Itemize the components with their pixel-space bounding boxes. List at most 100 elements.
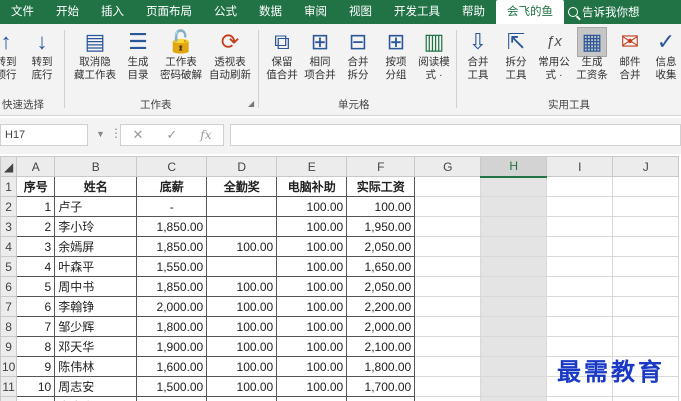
split-tool-button[interactable]: ⇱ 拆分 工具 [496,28,536,82]
info-collect-button[interactable]: ✓ 信息 收集 [646,28,681,82]
tab-help[interactable]: 帮助 [451,0,496,24]
cell[interactable] [414,396,482,401]
reading-mode-button[interactable]: ▥ 阅读模 式 · [414,28,454,82]
cell[interactable]: 1,400.00 [346,396,416,401]
row-header[interactable]: 10 [0,356,18,377]
cell[interactable]: 2,200.00 [346,296,416,317]
cell[interactable] [414,296,482,317]
sheet-password-crack-button[interactable]: 🔓 工作表 密码破解 [158,28,204,82]
cell[interactable]: 10 [16,376,56,397]
cell[interactable]: 11 [16,396,56,401]
cell[interactable]: 1,900.00 [136,336,208,357]
column-header-j[interactable]: J [612,156,680,177]
cell[interactable] [206,216,278,237]
chevron-down-icon[interactable]: ▼ [96,129,105,139]
column-header-e[interactable]: E [276,156,348,177]
fx-icon[interactable]: fx [200,128,211,142]
cell[interactable] [480,236,548,257]
column-header-b[interactable]: B [54,156,138,177]
column-header-f[interactable]: F [346,156,416,177]
cell[interactable]: 邹少辉 [54,316,138,337]
column-header-g[interactable]: G [414,156,482,177]
tab-data[interactable]: 数据 [248,0,293,24]
cell[interactable]: 100.00 [206,376,278,397]
cell[interactable] [546,196,614,217]
cell[interactable] [546,296,614,317]
cell[interactable] [414,376,482,397]
cell[interactable] [480,316,548,337]
header-cell[interactable]: 实际工资 [346,176,416,197]
column-header-i[interactable]: I [546,156,614,177]
cell[interactable] [480,276,548,297]
cell[interactable]: 李小玲 [54,216,138,237]
header-cell[interactable]: 底薪 [136,176,208,197]
row-header[interactable]: 8 [0,316,18,337]
tab-page-layout[interactable]: 页面布局 [135,0,203,24]
cell[interactable] [612,316,680,337]
cell[interactable]: 100.00 [276,276,348,297]
row-header[interactable]: 7 [0,296,18,317]
row-header[interactable]: 9 [0,336,18,357]
cell[interactable]: 100.00 [206,336,278,357]
cell[interactable]: 100.00 [206,396,278,401]
cell[interactable] [612,256,680,277]
cell[interactable] [480,336,548,357]
tab-developer[interactable]: 开发工具 [383,0,451,24]
row-header[interactable]: 12 [0,396,18,401]
cell[interactable] [206,196,278,217]
cell[interactable]: 周志安 [54,376,138,397]
cell[interactable]: 1,200.00 [136,396,208,401]
cell[interactable] [414,216,482,237]
cell[interactable] [612,196,680,217]
cell[interactable]: 1,600.00 [136,356,208,377]
cell[interactable] [612,176,680,197]
tab-view[interactable]: 视图 [338,0,383,24]
tab-flying-fish[interactable]: 会飞的鱼 [496,0,564,24]
header-cell[interactable]: 全勤奖 [206,176,278,197]
cell[interactable]: 100.00 [276,336,348,357]
row-header[interactable]: 11 [0,376,18,397]
cell[interactable] [414,336,482,357]
cell[interactable]: 100.00 [276,216,348,237]
cell[interactable]: 1,500.00 [136,376,208,397]
cell[interactable]: 李翰铮 [54,296,138,317]
tab-insert[interactable]: 插入 [90,0,135,24]
header-cell[interactable]: 序号 [16,176,56,197]
cell[interactable] [546,216,614,237]
row-header[interactable]: 4 [0,236,18,257]
cancel-icon[interactable]: ✕ [132,127,143,143]
cell[interactable]: 1,700.00 [346,376,416,397]
cell[interactable]: 1,850.00 [136,216,208,237]
merge-split-button[interactable]: ⊟ 合并 拆分 [338,28,378,82]
cell[interactable]: 陈伟林 [54,356,138,377]
cell[interactable]: 肖志山 [54,396,138,401]
cell[interactable] [546,316,614,337]
cell[interactable]: 1,800.00 [136,316,208,337]
cell[interactable]: 100.00 [276,256,348,277]
unhide-sheets-button[interactable]: ▤ 取消隐 藏工作表 [72,28,118,82]
cell[interactable]: 2,050.00 [346,276,416,297]
generate-toc-button[interactable]: ☰ 生成 目录 [118,28,158,82]
cell[interactable]: 1,650.00 [346,256,416,277]
cell[interactable] [480,376,548,397]
cell[interactable]: 邓天华 [54,336,138,357]
confirm-icon[interactable]: ✓ [166,127,177,143]
cell[interactable] [480,176,548,197]
cell[interactable]: 2,050.00 [346,236,416,257]
cell[interactable]: 1,850.00 [136,276,208,297]
cell[interactable]: 4 [16,256,56,277]
cell[interactable] [612,396,680,401]
select-all-corner[interactable]: ◢ [0,156,18,177]
cell[interactable]: 100.00 [346,196,416,217]
tell-me-box[interactable]: 告诉我你想 [568,4,640,20]
cell[interactable]: 100.00 [206,236,278,257]
cell[interactable] [480,256,548,277]
formula-input[interactable] [230,124,681,146]
cell[interactable] [546,276,614,297]
cell[interactable] [612,236,680,257]
row-header[interactable]: 6 [0,276,18,297]
cell[interactable]: 叶森平 [54,256,138,277]
row-header[interactable]: 3 [0,216,18,237]
cell[interactable]: 100.00 [206,296,278,317]
cell[interactable]: 100.00 [276,196,348,217]
